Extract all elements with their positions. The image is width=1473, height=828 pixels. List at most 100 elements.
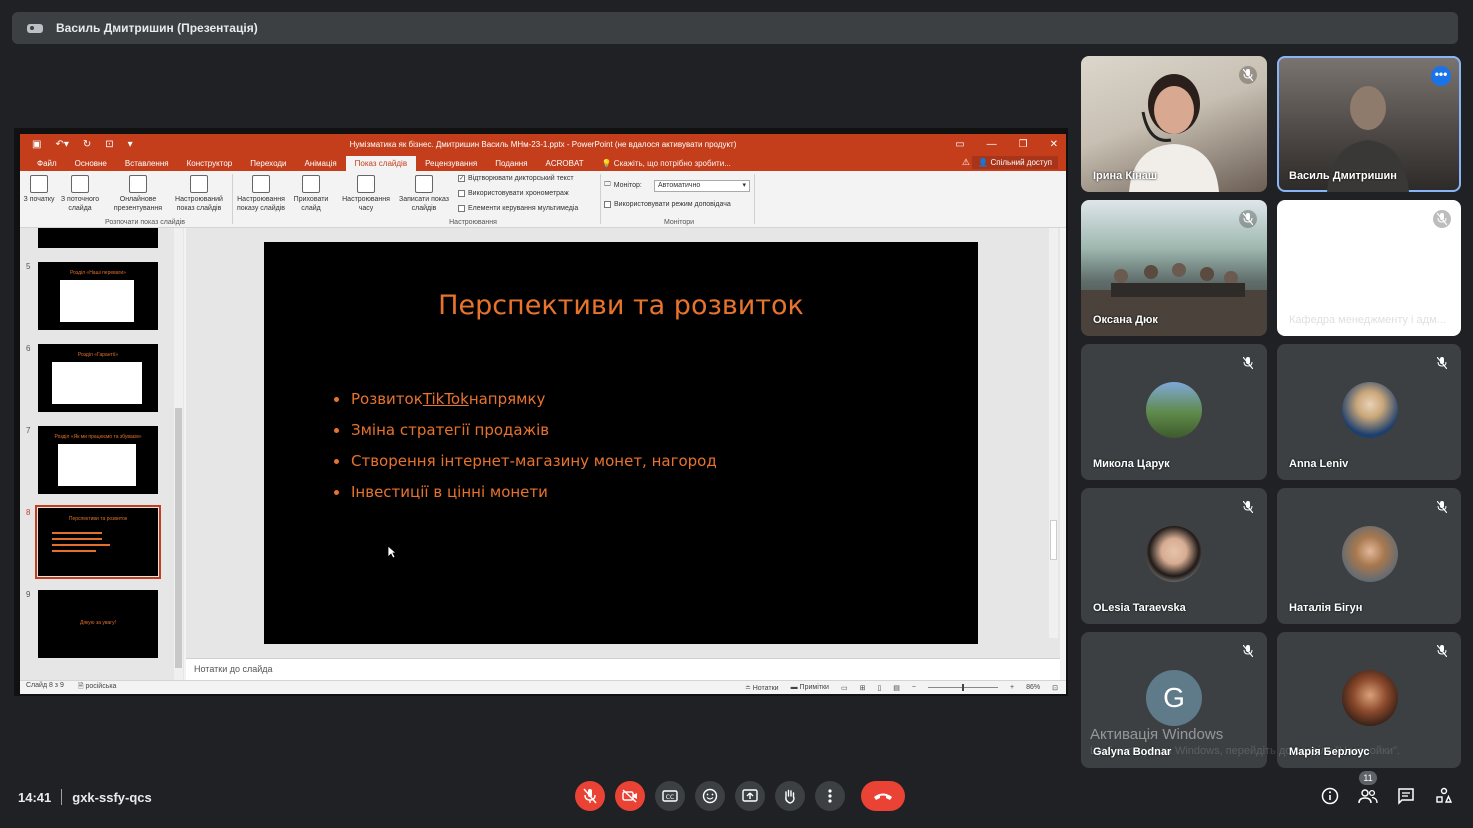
- participant-count-badge: 11: [1359, 771, 1377, 785]
- language-indicator: 🗎 російська: [77, 683, 117, 690]
- bullet-item: Розвиток TikTok напрямку: [334, 390, 717, 408]
- custom-show-icon: [190, 175, 208, 193]
- chat-button[interactable]: [1395, 785, 1417, 807]
- participant-tile[interactable]: OLesia Taraevska: [1081, 488, 1267, 624]
- slide-thumbnail: 5 Розділ «Наші переваги»: [26, 262, 158, 330]
- presentation-title: Василь Дмитришин (Презентація): [56, 21, 258, 35]
- avatar: [1146, 526, 1202, 582]
- raise-hand-button[interactable]: [775, 781, 805, 811]
- bullet-item: Створення інтернет-магазину монет, нагор…: [334, 452, 717, 470]
- windows-activation-text: Щоб активувати Windows, перейдіть до роз…: [1090, 745, 1400, 757]
- tab-transitions: Переходи: [250, 159, 287, 168]
- activities-button[interactable]: [1433, 785, 1455, 807]
- camera-off-icon: [622, 789, 637, 803]
- participant-tile[interactable]: Кафедра менеджменту і адм...: [1277, 200, 1461, 336]
- captions-icon: CC: [662, 790, 678, 802]
- meeting-code: gxk-ssfy-qcs: [72, 789, 152, 805]
- people-button[interactable]: 11: [1357, 771, 1379, 807]
- setup-show-button: Настроювання показу слайдів: [234, 175, 288, 213]
- participant-name: Кафедра менеджменту і адм...: [1289, 314, 1446, 326]
- tab-insert: Вставлення: [124, 159, 169, 168]
- hide-slide-button: Приховати слайд: [290, 175, 332, 213]
- participant-name: OLesia Taraevska: [1093, 602, 1186, 614]
- side-panel-controls: 11: [1319, 771, 1455, 807]
- undo-icon: ↶▾: [55, 138, 69, 150]
- warning-icon: ⚠: [961, 157, 970, 167]
- group-start-label: Розпочати показ слайдів: [105, 219, 185, 226]
- leave-call-button[interactable]: [861, 781, 905, 811]
- hand-icon: [785, 789, 795, 804]
- meeting-time: 14:41: [18, 789, 52, 805]
- svg-text:CC: CC: [666, 794, 674, 801]
- slide-title: Перспективи та розвиток: [438, 290, 804, 321]
- comments-toggle: ▬ Примітки: [790, 684, 829, 691]
- tab-file: Файл: [37, 159, 57, 168]
- thumbnails-scrollbar: [174, 228, 183, 680]
- call-controls: CC: [575, 781, 905, 811]
- tab-design: Конструктор: [186, 159, 233, 168]
- mic-off-icon: [583, 788, 597, 804]
- participant-tile[interactable]: Anna Leniv: [1277, 344, 1461, 480]
- tab-slideshow: Показ слайдів: [345, 156, 417, 171]
- custom-show-button: Настроюваний показ слайдів: [170, 175, 228, 213]
- globe-icon: [129, 175, 147, 193]
- group-monitors-label: Монітори: [663, 219, 695, 226]
- presenter-view-checkbox: Використовувати режим доповідача: [604, 201, 731, 208]
- mic-off-icon: [1239, 498, 1257, 516]
- activities-icon: [1436, 787, 1453, 803]
- play-icon: [30, 175, 48, 193]
- mic-off-icon: [1239, 66, 1257, 84]
- participant-tile[interactable]: Ірина Кінаш: [1081, 56, 1267, 192]
- slide-thumbnail: 7 Розділ «Як ми працюємо та збуваєм»: [26, 426, 158, 494]
- captions-button[interactable]: CC: [655, 781, 685, 811]
- slide-thumbnail: [38, 228, 158, 248]
- mic-off-icon: [1433, 642, 1451, 660]
- present-button[interactable]: [735, 781, 765, 811]
- tab-acrobat: ACROBAT: [545, 159, 584, 168]
- notes-pane: Нотатки до слайда: [186, 658, 1060, 680]
- bullet-item: Зміна стратегії продажів: [334, 421, 717, 439]
- participant-tile-active[interactable]: ••• Василь Дмитришин: [1277, 56, 1461, 192]
- slide-thumbnail: 6 Розділ «Гарантії»: [26, 344, 158, 412]
- save-icon: ▣: [32, 138, 42, 150]
- info-icon: [1321, 787, 1339, 805]
- ribbon-options-icon: ▭: [955, 138, 965, 150]
- chevron-down-icon: ▾: [742, 182, 746, 189]
- close-icon: ✕: [1049, 138, 1058, 150]
- hide-slide-icon: [302, 175, 320, 193]
- windows-activation-title: Активація Windows: [1090, 726, 1224, 743]
- tab-animations: Анімація: [304, 159, 337, 168]
- more-options-button[interactable]: [815, 781, 845, 811]
- monitor-icon: 🖵: [604, 181, 611, 188]
- notes-toggle: ≐ Нотатки: [744, 684, 779, 692]
- participant-name: Ірина Кінаш: [1093, 170, 1158, 182]
- meeting-details-button[interactable]: [1319, 785, 1341, 807]
- ppt-ribbon: З початку З поточного слайда Онлайнове п…: [20, 171, 1066, 228]
- zoom-slider: [928, 684, 999, 691]
- participant-name: Оксана Дюк: [1093, 314, 1158, 326]
- reactions-button[interactable]: [695, 781, 725, 811]
- camera-toggle-button[interactable]: [615, 781, 645, 811]
- timer-icon: [357, 175, 375, 193]
- mic-off-icon: [1239, 210, 1257, 228]
- avatar: [1342, 670, 1398, 726]
- participant-name: Василь Дмитришин: [1289, 170, 1397, 182]
- mic-off-icon: [1433, 498, 1451, 516]
- media-controls-checkbox: Елементи керування мультимедіа: [458, 205, 578, 212]
- share-button: 👤 Спільний доступ: [972, 156, 1058, 169]
- participant-tile[interactable]: Наталія Бігун: [1277, 488, 1461, 624]
- ppt-statusbar: Слайд 8 з 9 🗎 російська ≐ Нотатки ▬ Прим…: [20, 680, 1066, 694]
- mic-toggle-button[interactable]: [575, 781, 605, 811]
- tab-review: Рецензування: [425, 159, 478, 168]
- slide-thumbnails-panel: 5 Розділ «Наші переваги» 6 Розділ «Гаран…: [20, 228, 184, 680]
- customize-icon: ▾: [127, 138, 133, 150]
- participant-tile[interactable]: Микола Царук: [1081, 344, 1267, 480]
- more-options-icon[interactable]: •••: [1431, 66, 1451, 86]
- monitor-label: 🖵 Монітор:: [604, 181, 642, 189]
- slide-thumbnail: 9 Дякую за увагу!: [26, 590, 158, 658]
- hangup-icon: [874, 793, 892, 800]
- participant-tile[interactable]: Оксана Дюк: [1081, 200, 1267, 336]
- present-screen-icon: [742, 789, 758, 802]
- current-slide: Перспективи та розвиток Розвиток TikTok …: [264, 242, 978, 644]
- fit-slide-icon: ⊡: [1052, 684, 1058, 692]
